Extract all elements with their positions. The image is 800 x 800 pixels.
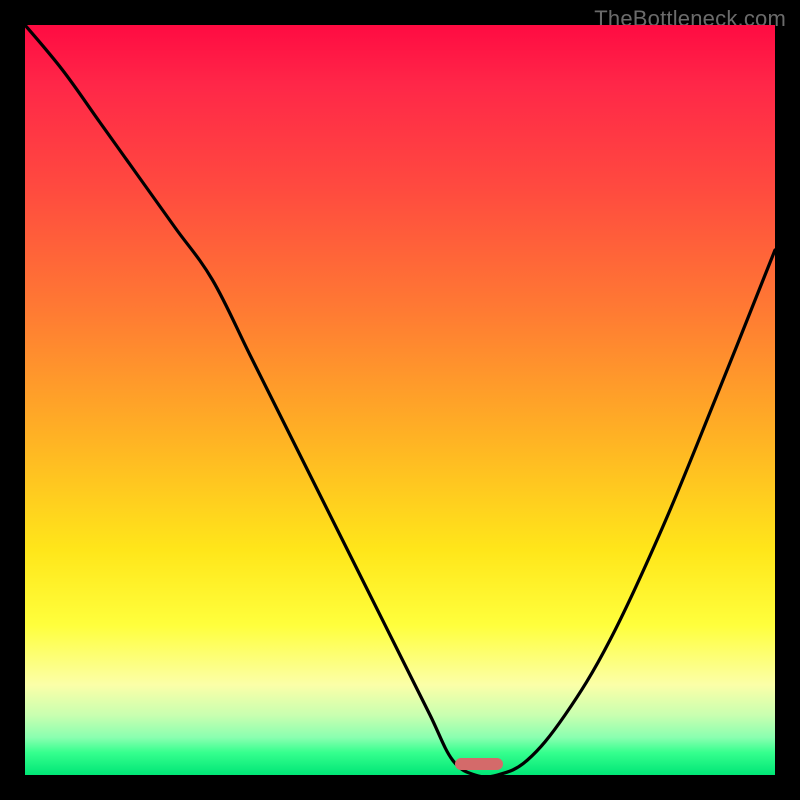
chart-frame: TheBottleneck.com [0,0,800,800]
plot-area [25,25,775,775]
heat-gradient-background [25,25,775,775]
optimal-point-marker [455,758,503,770]
